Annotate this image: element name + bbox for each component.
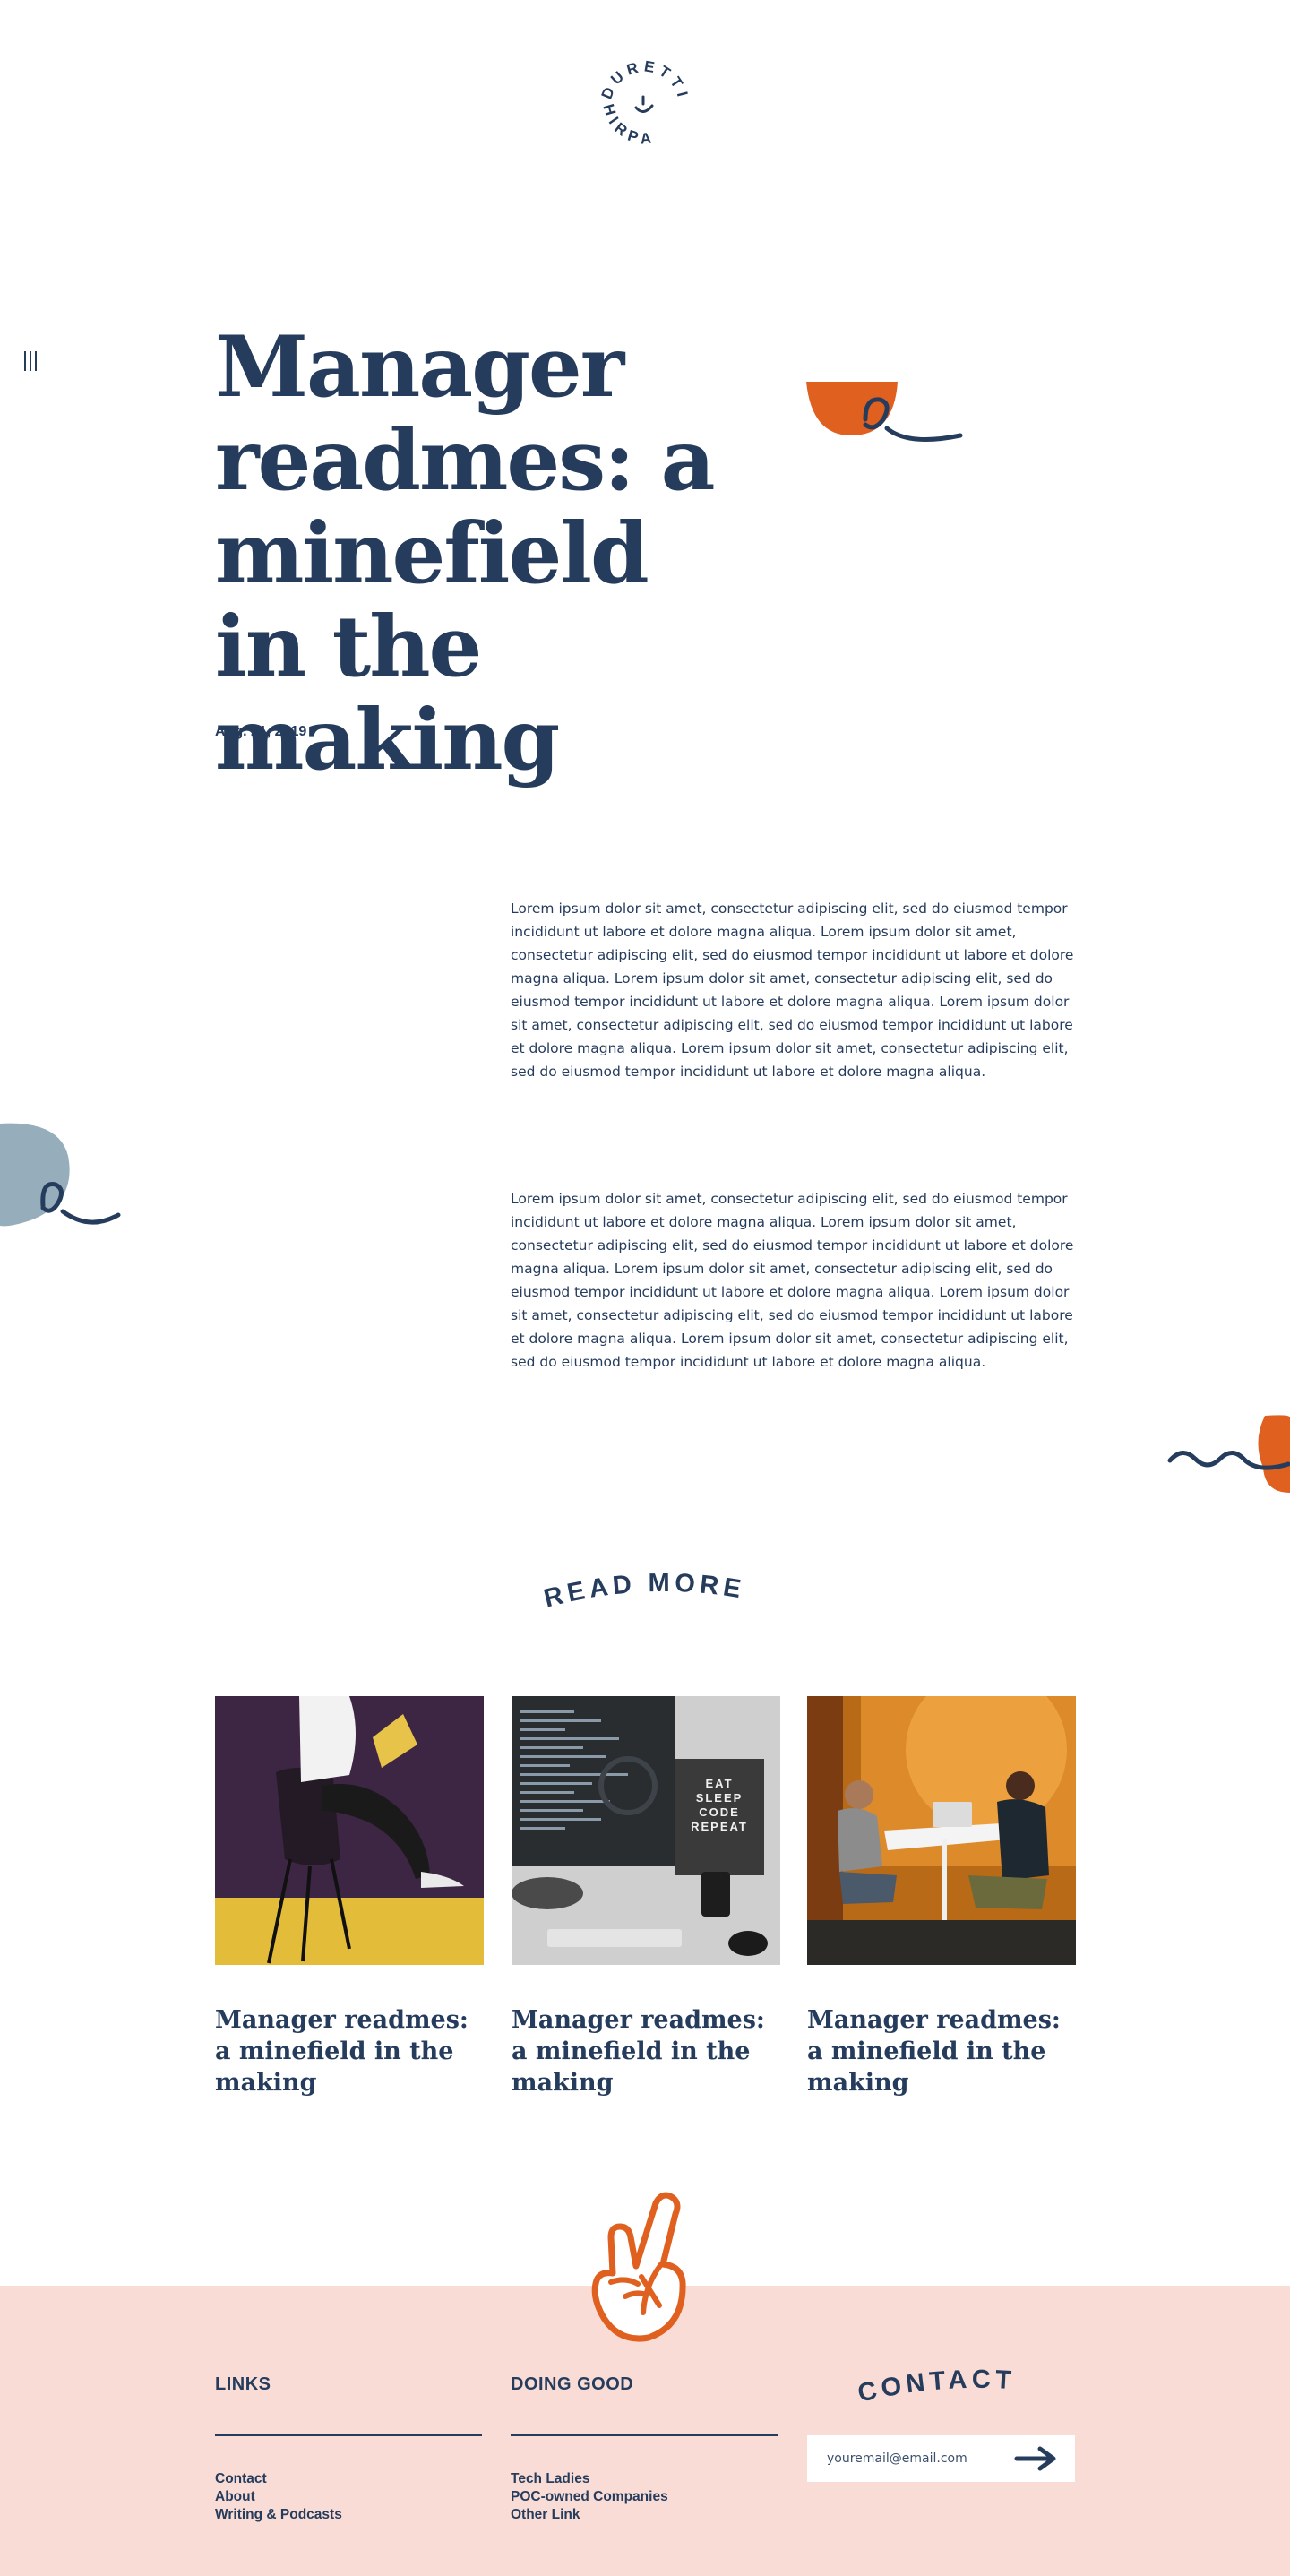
post-card-title[interactable]: Manager readmes: a minefield in the maki…	[512, 2004, 780, 2098]
footer-link-contact[interactable]: Contact	[215, 2470, 342, 2488]
page-title: Manager readmes: a minefield in the maki…	[215, 318, 715, 789]
divider	[215, 2434, 482, 2436]
logo[interactable]: DURETTI HIRPA	[591, 50, 699, 158]
post-image-computer-desk[interactable]: EAT SLEEP CODE REPEAT	[512, 1696, 780, 1965]
post-card-title[interactable]: Manager readmes: a minefield in the maki…	[215, 2004, 484, 2098]
peace-hand-icon	[591, 2192, 686, 2342]
footer-doing-good-heading: DOING GOOD	[511, 2374, 634, 2394]
post-card-title[interactable]: Manager readmes: a minefield in the maki…	[807, 2004, 1076, 2098]
svg-text:READ MORE: READ MORE	[541, 1569, 747, 1614]
publish-date: Aug. 21, 2019	[215, 724, 307, 739]
footer-link-poc-owned[interactable]: POC-owned Companies	[511, 2488, 668, 2506]
contact-heading-label: CONTACT	[856, 2365, 1012, 2408]
post-card[interactable]: EAT SLEEP CODE REPEAT Manager readmes: a…	[512, 1696, 780, 2098]
sign-line: CODE	[699, 1805, 740, 1819]
article-paragraph: Lorem ipsum dolor sit amet, consectetur …	[511, 1191, 1074, 1370]
footer-link-other[interactable]: Other Link	[511, 2506, 668, 2524]
svg-text:CONTACT: CONTACT	[856, 2365, 1017, 2408]
footer-link-writing-podcasts[interactable]: Writing & Podcasts	[215, 2506, 342, 2524]
smiley-icon	[634, 95, 654, 113]
divider	[511, 2434, 778, 2436]
footer-links-list: Contact About Writing & Podcasts	[215, 2470, 342, 2524]
menu-button[interactable]	[20, 351, 41, 373]
post-card[interactable]: Manager readmes: a minefield in the maki…	[215, 1696, 484, 2098]
footer-link-tech-ladies[interactable]: Tech Ladies	[511, 2470, 668, 2488]
decorative-blob-icon	[0, 1123, 121, 1227]
post-image-meeting[interactable]	[807, 1696, 1076, 1965]
decorative-wave-icon	[1167, 1415, 1290, 1493]
contact-heading: CONTACT	[856, 2365, 1017, 2408]
sign-line: REPEAT	[691, 1820, 748, 1833]
footer-links-heading: LINKS	[215, 2374, 271, 2394]
submit-button[interactable]	[1004, 2435, 1067, 2482]
email-input[interactable]	[807, 2435, 1004, 2482]
post-image-person-reading[interactable]	[215, 1696, 484, 1965]
sign-line: SLEEP	[696, 1791, 744, 1805]
decorative-shape-icon	[806, 382, 963, 442]
logo-top-text: DURETTI	[598, 57, 688, 102]
arrow-right-icon	[1014, 2446, 1056, 2471]
svg-text:DURETTI: DURETTI	[598, 57, 692, 102]
read-more-label: READ MORE	[541, 1569, 743, 1614]
footer-doing-good-list: Tech Ladies POC-owned Companies Other Li…	[511, 2470, 668, 2524]
post-card[interactable]: Manager readmes: a minefield in the maki…	[807, 1696, 1076, 2098]
footer-link-about[interactable]: About	[215, 2488, 342, 2506]
article-paragraph: Lorem ipsum dolor sit amet, consectetur …	[511, 900, 1074, 1080]
newsletter-form	[807, 2435, 1075, 2482]
read-more-link[interactable]: READ MORE	[529, 1550, 761, 1622]
sign-line: EAT	[705, 1777, 733, 1790]
menu-icon	[24, 351, 26, 371]
